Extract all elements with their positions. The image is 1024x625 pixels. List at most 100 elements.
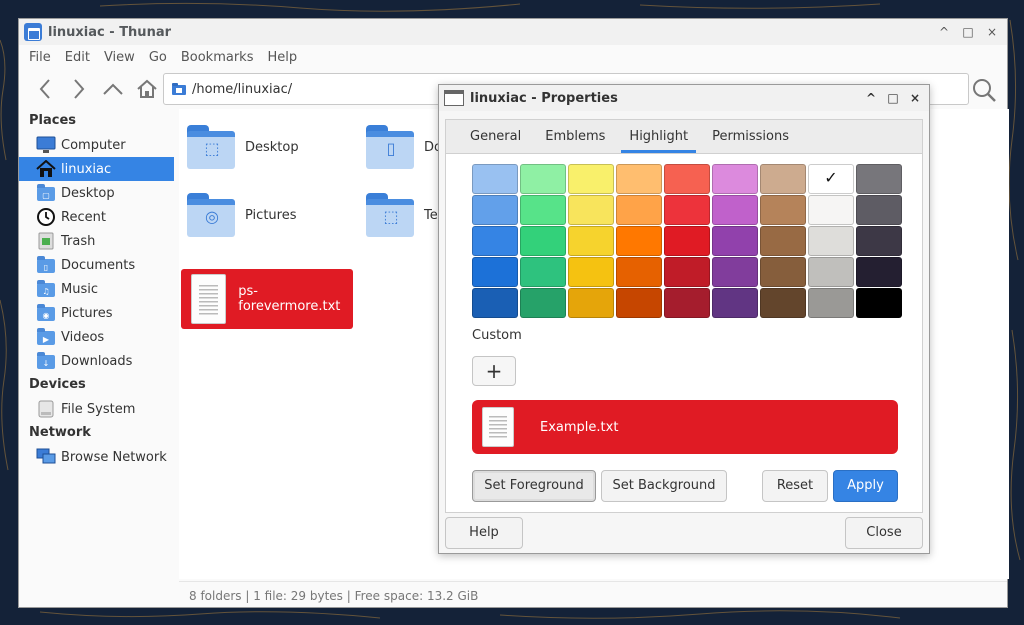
- file-item-documents[interactable]: ▯ Do: [366, 117, 442, 177]
- color-swatch[interactable]: [808, 257, 854, 287]
- close-button[interactable]: Close: [845, 517, 923, 549]
- sidebar-item-videos[interactable]: ▶ Videos: [19, 325, 174, 349]
- color-swatch[interactable]: [520, 257, 566, 287]
- color-swatch[interactable]: [568, 164, 614, 194]
- file-item-ps-forevermore[interactable]: ps-forevermore.txt: [181, 269, 353, 329]
- color-swatch[interactable]: [760, 195, 806, 225]
- minimize-button[interactable]: ^: [935, 23, 953, 41]
- color-swatch[interactable]: [856, 288, 902, 318]
- color-swatch[interactable]: [616, 164, 662, 194]
- menu-file[interactable]: File: [29, 50, 51, 65]
- file-item-desktop[interactable]: ⬚ Desktop: [187, 117, 299, 177]
- back-button[interactable]: [29, 74, 61, 104]
- color-swatch[interactable]: [520, 288, 566, 318]
- color-swatch[interactable]: [712, 195, 758, 225]
- color-swatch[interactable]: [472, 164, 518, 194]
- color-swatch[interactable]: [616, 195, 662, 225]
- color-swatch[interactable]: [568, 288, 614, 318]
- menu-edit[interactable]: Edit: [65, 50, 90, 65]
- tab-emblems[interactable]: Emblems: [533, 120, 617, 153]
- apply-button[interactable]: Apply: [833, 470, 898, 502]
- reset-button[interactable]: Reset: [762, 470, 828, 502]
- color-swatch[interactable]: [520, 226, 566, 256]
- dialog-titlebar[interactable]: linuxiac - Properties ^ □ ×: [439, 85, 929, 111]
- color-swatch[interactable]: [664, 164, 710, 194]
- window-titlebar[interactable]: linuxiac - Thunar ^ □ ×: [19, 19, 1007, 45]
- sidebar-item-documents[interactable]: ▯ Documents: [19, 253, 174, 277]
- color-swatch[interactable]: [808, 195, 854, 225]
- sidebar-item-downloads[interactable]: ↓ Downloads: [19, 349, 174, 373]
- color-swatch[interactable]: [664, 288, 710, 318]
- color-swatch[interactable]: [616, 226, 662, 256]
- color-swatch[interactable]: [664, 226, 710, 256]
- close-window-button[interactable]: ×: [983, 23, 1001, 41]
- tab-permissions[interactable]: Permissions: [700, 120, 801, 153]
- menu-help[interactable]: Help: [267, 50, 297, 65]
- set-background-button[interactable]: Set Background: [601, 470, 727, 502]
- dialog-minimize-button[interactable]: ^: [863, 89, 879, 107]
- color-swatch[interactable]: [808, 288, 854, 318]
- templates-folder-icon: ⬚: [366, 193, 416, 237]
- tab-highlight[interactable]: Highlight: [617, 120, 700, 153]
- file-item-pictures[interactable]: ◎ Pictures: [187, 185, 296, 245]
- file-item-templates[interactable]: ⬚ Te: [366, 185, 438, 245]
- color-swatch[interactable]: [520, 164, 566, 194]
- dialog-close-button[interactable]: ×: [907, 89, 923, 107]
- color-swatch[interactable]: [568, 257, 614, 287]
- sidebar-item-desktop[interactable]: ▢ Desktop: [19, 181, 174, 205]
- color-swatch[interactable]: [760, 164, 806, 194]
- sidebar-item-label: Music: [61, 281, 98, 297]
- color-swatch[interactable]: [760, 288, 806, 318]
- color-swatch[interactable]: [856, 164, 902, 194]
- color-swatch[interactable]: [568, 195, 614, 225]
- color-swatch[interactable]: [712, 226, 758, 256]
- menu-bookmarks[interactable]: Bookmarks: [181, 50, 254, 65]
- documents-folder-icon: ▯: [36, 256, 56, 274]
- help-button[interactable]: Help: [445, 517, 523, 549]
- color-swatch[interactable]: [712, 257, 758, 287]
- location-path: /home/linuxiac/: [192, 81, 293, 97]
- sidebar-item-trash[interactable]: Trash: [19, 229, 174, 253]
- trash-icon: [38, 232, 54, 250]
- add-custom-color-button[interactable]: +: [472, 356, 516, 386]
- color-swatch[interactable]: [760, 257, 806, 287]
- menu-view[interactable]: View: [104, 50, 135, 65]
- set-foreground-button[interactable]: Set Foreground: [472, 470, 596, 502]
- forward-button[interactable]: [63, 74, 95, 104]
- sidebar-item-browse-network[interactable]: Browse Network: [19, 445, 174, 469]
- sidebar-item-label: linuxiac: [61, 161, 112, 177]
- file-name: Te: [424, 207, 438, 223]
- sidebar-item-recent[interactable]: Recent: [19, 205, 174, 229]
- color-swatch[interactable]: [520, 195, 566, 225]
- color-swatch[interactable]: [856, 226, 902, 256]
- tab-general[interactable]: General: [458, 120, 533, 153]
- sidebar-item-computer[interactable]: Computer: [19, 133, 174, 157]
- sidebar-item-linuxiac[interactable]: linuxiac: [19, 157, 174, 181]
- color-swatch[interactable]: [664, 195, 710, 225]
- color-swatch[interactable]: [472, 226, 518, 256]
- up-button[interactable]: [97, 74, 129, 104]
- color-swatch[interactable]: [760, 226, 806, 256]
- color-swatch[interactable]: [712, 288, 758, 318]
- sidebar-item-file-system[interactable]: File System: [19, 397, 174, 421]
- color-swatch[interactable]: [808, 164, 854, 194]
- color-swatch[interactable]: [712, 164, 758, 194]
- color-swatch[interactable]: [808, 226, 854, 256]
- dialog-maximize-button[interactable]: □: [885, 89, 901, 107]
- sidebar-item-music[interactable]: ♫ Music: [19, 277, 174, 301]
- color-swatch[interactable]: [472, 257, 518, 287]
- color-swatch[interactable]: [856, 195, 902, 225]
- menu-go[interactable]: Go: [149, 50, 167, 65]
- color-swatch[interactable]: [568, 226, 614, 256]
- sidebar-item-pictures[interactable]: ◉ Pictures: [19, 301, 174, 325]
- color-swatch[interactable]: [856, 257, 902, 287]
- color-swatch[interactable]: [472, 288, 518, 318]
- sidebar-item-label: Documents: [61, 257, 136, 273]
- color-swatch[interactable]: [616, 288, 662, 318]
- home-button[interactable]: [131, 74, 163, 104]
- maximize-button[interactable]: □: [959, 23, 977, 41]
- color-swatch[interactable]: [664, 257, 710, 287]
- search-button[interactable]: [971, 77, 997, 103]
- color-swatch[interactable]: [472, 195, 518, 225]
- color-swatch[interactable]: [616, 257, 662, 287]
